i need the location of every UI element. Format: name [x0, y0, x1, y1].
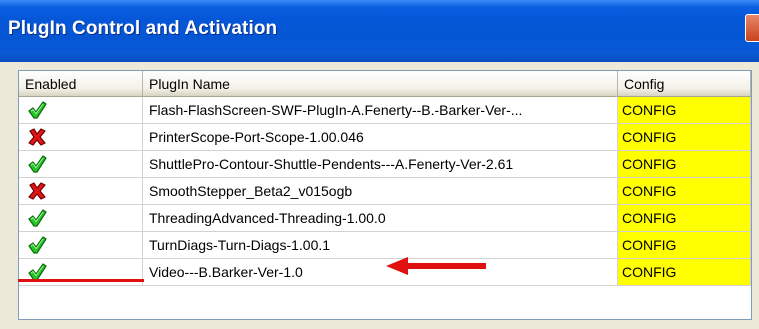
- table-row[interactable]: TurnDiags-Turn-Diags-1.00.1 CONFIG: [19, 232, 751, 259]
- plugin-name-cell: Video---B.Barker-Ver-1.0: [143, 259, 618, 286]
- config-button[interactable]: CONFIG: [618, 232, 751, 259]
- config-button[interactable]: CONFIG: [618, 259, 751, 286]
- plugin-name-cell: ThreadingAdvanced-Threading-1.00.0: [143, 205, 618, 232]
- enabled-cell[interactable]: [19, 151, 143, 178]
- green-check-icon[interactable]: [27, 154, 47, 174]
- enabled-cell[interactable]: [19, 232, 143, 259]
- green-check-icon[interactable]: [27, 208, 47, 228]
- column-header-config[interactable]: Config: [618, 71, 751, 97]
- red-x-icon[interactable]: [27, 181, 47, 201]
- red-x-icon[interactable]: [27, 127, 47, 147]
- enabled-cell[interactable]: [19, 124, 143, 151]
- green-check-icon[interactable]: [27, 100, 47, 120]
- close-button[interactable]: [745, 14, 759, 42]
- config-button[interactable]: CONFIG: [618, 178, 751, 205]
- title-bar: PlugIn Control and Activation: [0, 0, 759, 62]
- plugin-name-cell: SmoothStepper_Beta2_v015ogb: [143, 178, 618, 205]
- window-title: PlugIn Control and Activation: [8, 18, 278, 39]
- annotation-underline: [18, 279, 144, 282]
- config-button[interactable]: CONFIG: [618, 205, 751, 232]
- enabled-cell[interactable]: [19, 178, 143, 205]
- plugin-name-cell: ShuttlePro-Contour-Shuttle-Pendents---A.…: [143, 151, 618, 178]
- config-button[interactable]: CONFIG: [618, 151, 751, 178]
- table-row[interactable]: SmoothStepper_Beta2_v015ogb CONFIG: [19, 178, 751, 205]
- table-row[interactable]: PrinterScope-Port-Scope-1.00.046 CONFIG: [19, 124, 751, 151]
- table-header: Enabled PlugIn Name Config: [19, 71, 751, 97]
- config-button[interactable]: CONFIG: [618, 124, 751, 151]
- plugin-name-cell: Flash-FlashScreen-SWF-PlugIn-A.Fenerty--…: [143, 97, 618, 124]
- plugin-name-cell: TurnDiags-Turn-Diags-1.00.1: [143, 232, 618, 259]
- config-button[interactable]: CONFIG: [618, 97, 751, 124]
- plugin-name-cell: PrinterScope-Port-Scope-1.00.046: [143, 124, 618, 151]
- green-check-icon[interactable]: [27, 235, 47, 255]
- table-body: Flash-FlashScreen-SWF-PlugIn-A.Fenerty--…: [19, 97, 751, 286]
- column-header-enabled[interactable]: Enabled: [19, 71, 143, 97]
- plugin-table: Enabled PlugIn Name Config Flash-FlashSc…: [18, 70, 752, 320]
- enabled-cell[interactable]: [19, 97, 143, 124]
- table-row[interactable]: ShuttlePro-Contour-Shuttle-Pendents---A.…: [19, 151, 751, 178]
- table-row[interactable]: ThreadingAdvanced-Threading-1.00.0 CONFIG: [19, 205, 751, 232]
- column-header-plugin-name[interactable]: PlugIn Name: [143, 71, 618, 97]
- enabled-cell[interactable]: [19, 205, 143, 232]
- annotation-arrow-icon: [386, 257, 486, 275]
- table-row[interactable]: Flash-FlashScreen-SWF-PlugIn-A.Fenerty--…: [19, 97, 751, 124]
